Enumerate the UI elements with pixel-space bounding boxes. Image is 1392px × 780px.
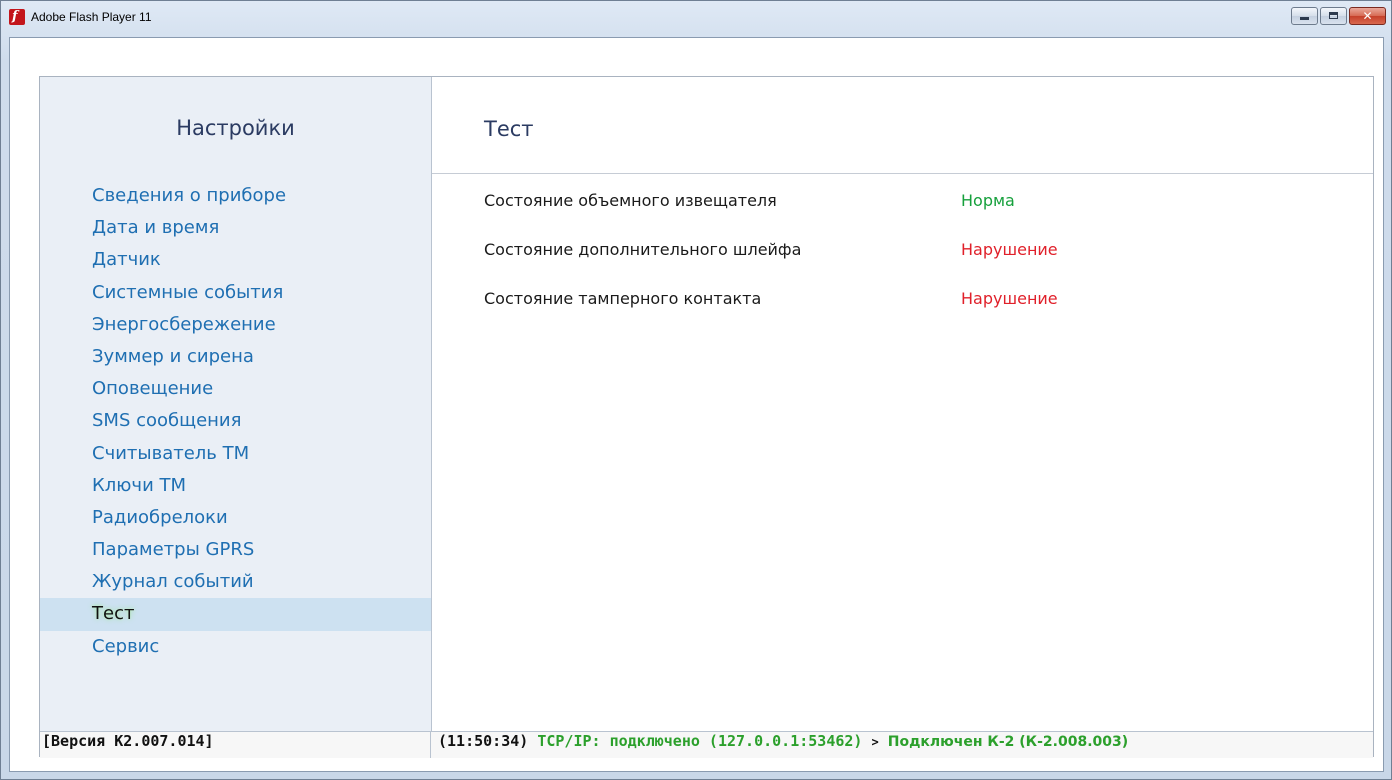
main-content: Тест Состояние объемного извещателя Норма…	[432, 77, 1373, 731]
sidebar-menu: Сведения о приборе Дата и время Датчик Сист…	[40, 180, 431, 663]
maximize-button[interactable]	[1320, 7, 1347, 25]
client-area: Настройки Сведения о приборе Дата и время…	[9, 37, 1384, 772]
sidebar-item[interactable]: Энергосбережение	[40, 309, 431, 341]
test-row-status: Нарушение	[961, 289, 1058, 308]
minimize-button[interactable]	[1291, 7, 1318, 25]
status-bar: [Версия К2.007.014] (11:50:34) TCP/IP: п…	[40, 731, 1373, 758]
sidebar-item[interactable]: Системные события	[40, 277, 431, 309]
sidebar-item[interactable]: Тест	[40, 598, 431, 631]
settings-panel: Настройки Сведения о приборе Дата и время…	[39, 76, 1374, 758]
window-title: Adobe Flash Player 11	[31, 10, 152, 24]
device-status: Подключен К-2 (К-2.008.003)	[887, 734, 1129, 750]
page-title: Тест	[484, 117, 534, 141]
test-row-status: Нарушение	[961, 240, 1058, 259]
test-row-label: Состояние дополнительного шлейфа	[484, 240, 802, 259]
close-button[interactable]: ✕	[1349, 7, 1386, 25]
test-row-status: Норма	[961, 191, 1015, 210]
tcp-status: TCP/IP: подключено (127.0.0.1:53462)	[537, 732, 863, 750]
title-divider	[432, 173, 1373, 174]
title-bar[interactable]: f Adobe Flash Player 11 ✕	[1, 1, 1391, 37]
sidebar-item[interactable]: Сервис	[40, 631, 431, 663]
minimize-icon	[1300, 17, 1309, 20]
flash-player-icon: f	[9, 9, 25, 25]
test-row-label: Состояние тамперного контакта	[484, 289, 762, 308]
sidebar-item[interactable]: Журнал событий	[40, 566, 431, 598]
maximize-icon	[1329, 12, 1338, 19]
sidebar: Настройки Сведения о приборе Дата и время…	[40, 77, 432, 731]
sidebar-item[interactable]: Сведения о приборе	[40, 180, 431, 212]
sidebar-item[interactable]: Зуммер и сирена	[40, 341, 431, 373]
version-label: [Версия К2.007.014]	[40, 732, 431, 758]
sidebar-item[interactable]: Параметры GPRS	[40, 534, 431, 566]
sidebar-item[interactable]: SMS сообщения	[40, 405, 431, 437]
sidebar-item[interactable]: Датчик	[40, 244, 431, 276]
connection-status: (11:50:34) TCP/IP: подключено (127.0.0.1…	[438, 732, 1128, 758]
sidebar-item[interactable]: Оповещение	[40, 373, 431, 405]
sidebar-item[interactable]: Ключи ТМ	[40, 470, 431, 502]
status-arrow: >	[871, 735, 879, 749]
sidebar-title: Настройки	[176, 116, 295, 140]
sidebar-item[interactable]: Радиобрелоки	[40, 502, 431, 534]
sidebar-item[interactable]: Дата и время	[40, 212, 431, 244]
status-time: (11:50:34)	[438, 732, 529, 750]
test-row-label: Состояние объемного извещателя	[484, 191, 777, 210]
flash-player-window: f Adobe Flash Player 11 ✕ Настройки Свед…	[0, 0, 1392, 780]
sidebar-item[interactable]: Считыватель ТМ	[40, 438, 431, 470]
close-icon: ✕	[1362, 9, 1373, 23]
